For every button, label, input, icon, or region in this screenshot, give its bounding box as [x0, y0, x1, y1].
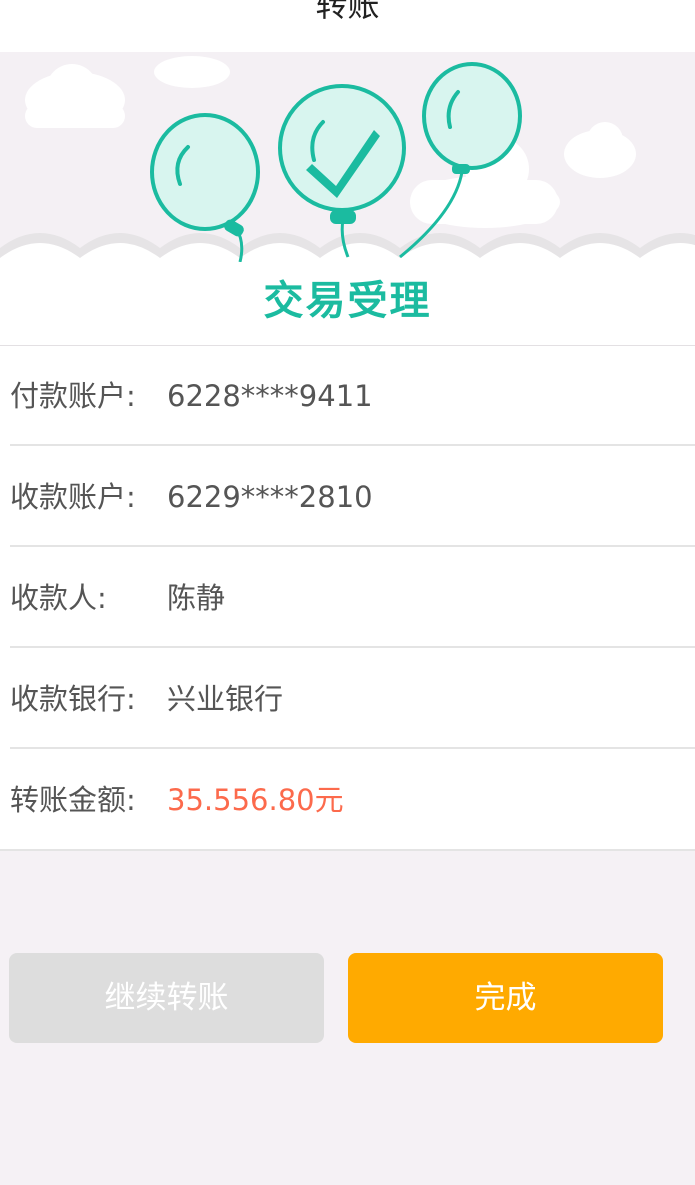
amount-value: 35.556.80元 — [167, 783, 344, 817]
row-value: 6229****2810 — [167, 480, 373, 514]
row-value: 兴业银行 — [167, 682, 284, 716]
done-button[interactable]: 完成 — [348, 953, 663, 1043]
check-balloon-icon — [278, 84, 406, 224]
success-banner: 交易受理 — [0, 52, 695, 346]
detail-row-payee-bank: 收款银行: 兴业银行 — [10, 649, 695, 749]
row-label: 付款账户: — [10, 379, 136, 413]
detail-row-payee-name: 收款人: 陈静 — [10, 548, 695, 648]
row-label: 收款账户: — [10, 480, 136, 514]
row-label: 收款人: — [10, 581, 107, 615]
detail-row-amount: 转账金额: 35.556.80元 — [10, 750, 695, 850]
row-label: 转账金额: — [10, 783, 136, 817]
nav-header: 转账 — [0, 0, 695, 52]
transfer-details: 付款账户: 6228****9411 收款账户: 6229****2810 收款… — [0, 346, 695, 851]
detail-row-payer-account: 付款账户: 6228****9411 — [10, 346, 695, 446]
row-label: 收款银行: — [10, 682, 136, 716]
continue-transfer-button[interactable]: 继续转账 — [9, 953, 324, 1043]
balloon-icon — [150, 113, 260, 237]
divider — [0, 849, 695, 851]
detail-row-payee-account: 收款账户: 6229****2810 — [10, 447, 695, 547]
row-value: 陈静 — [167, 581, 226, 615]
row-value: 6228****9411 — [167, 379, 373, 413]
status-title: 交易受理 — [263, 278, 432, 324]
page-title: 转账 — [315, 0, 380, 24]
